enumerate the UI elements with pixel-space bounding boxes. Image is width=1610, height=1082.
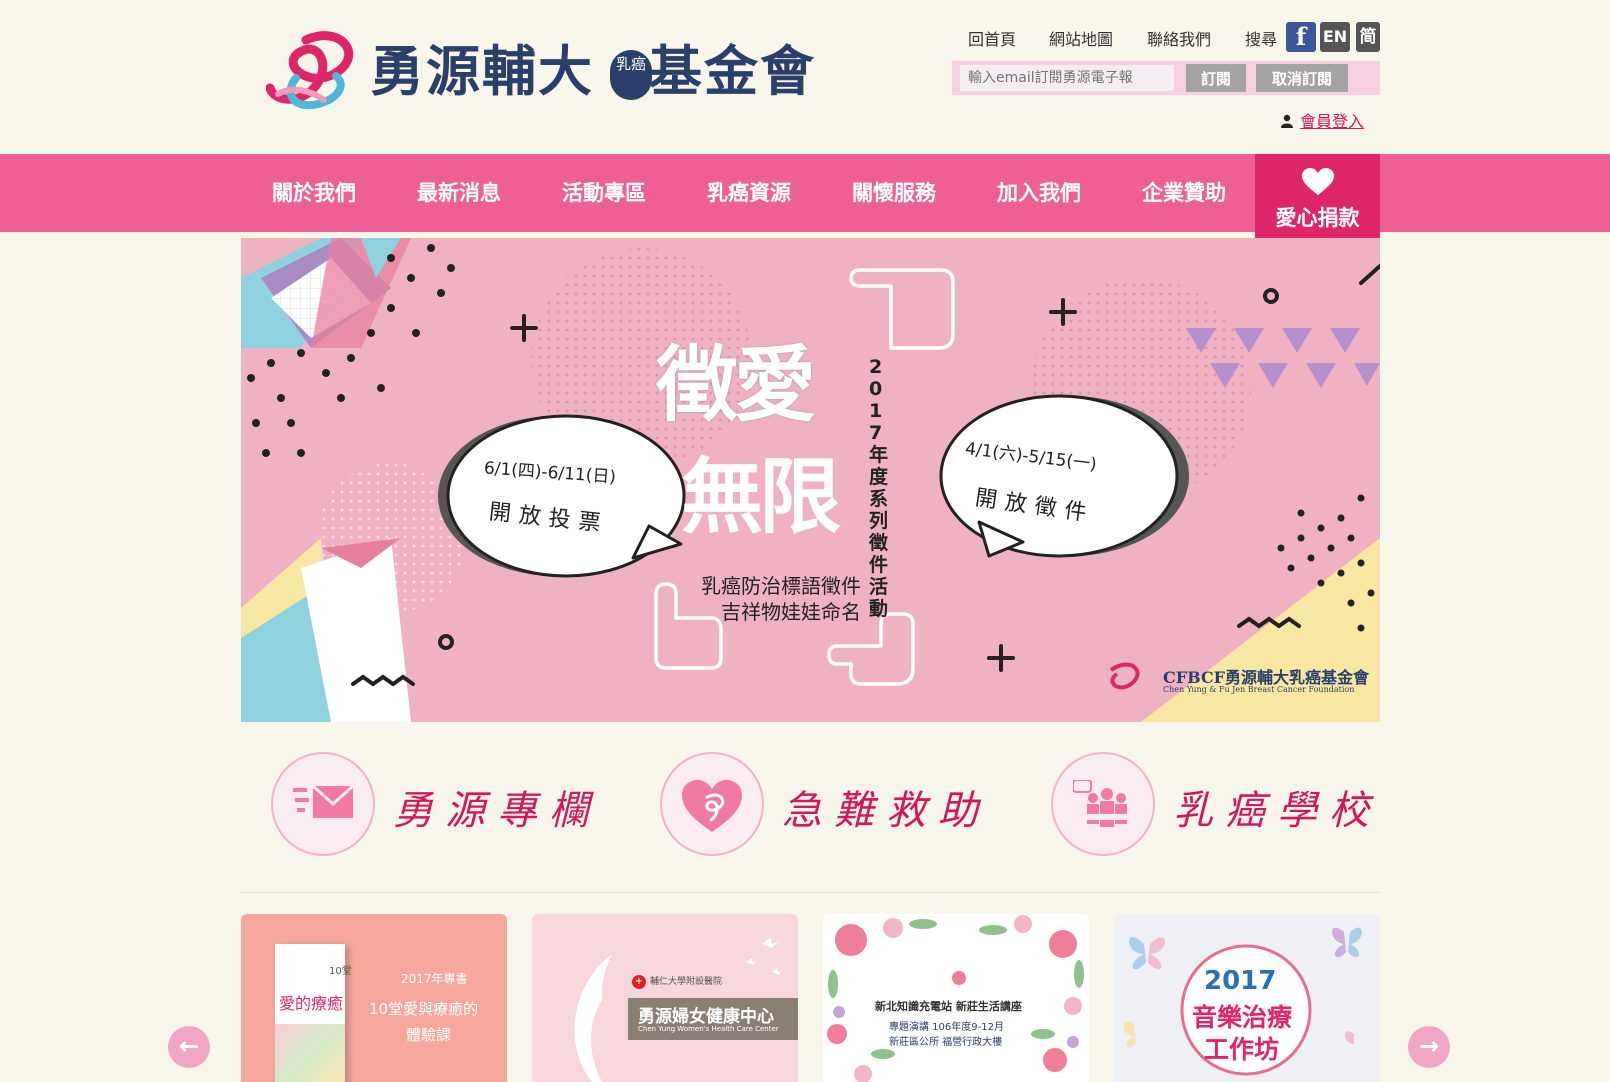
- banner-title-2: 無限: [681, 449, 841, 545]
- music-line2: 工作坊: [1204, 1035, 1280, 1064]
- carousel-card-book[interactable]: 愛的療癒 10堂 2017年專書 10堂愛與療癒的 體驗課: [241, 914, 507, 1082]
- home-link[interactable]: 回首頁: [968, 26, 1016, 50]
- newsletter-email-input[interactable]: [960, 65, 1174, 91]
- sitemap-link[interactable]: 網站地圖: [1049, 26, 1113, 50]
- nav-care-services[interactable]: 關懷服務: [838, 154, 950, 232]
- nav-corporate-sponsor[interactable]: 企業贊助: [1128, 154, 1240, 232]
- cross-icon: +: [632, 975, 646, 989]
- music-year: 2017: [1204, 966, 1277, 996]
- book-cover-title: 愛的療癒: [279, 994, 344, 1013]
- hero-banner[interactable]: 徵愛 無限 乳癌防治標語徵件 吉祥物娃娃命名 2017年度系列徵件活動 6/1(…: [241, 238, 1380, 722]
- nav-breast-cancer-resources[interactable]: 乳癌資源: [693, 154, 805, 232]
- feature-label: 乳癌學校: [1173, 788, 1381, 834]
- lecture-line2: 新莊區公所 福營行政大樓: [889, 1037, 1003, 1048]
- book-cover-image: 愛的療癒 10堂: [275, 944, 352, 1082]
- search-link[interactable]: 搜尋: [1245, 26, 1277, 50]
- book-cover-watercolor: [275, 1024, 345, 1082]
- logo-badge: 乳癌: [610, 50, 652, 100]
- hospital-logo: + 輔仁大學附設醫院: [632, 974, 782, 989]
- facebook-icon[interactable]: f: [1286, 22, 1316, 52]
- carousel-next-button[interactable]: →: [1408, 1026, 1450, 1068]
- feature-icon-circle: [1051, 752, 1155, 856]
- lecture-line1: 專題演講 106年度9-12月: [889, 1022, 1004, 1033]
- ribbon-logo-icon: [266, 31, 354, 110]
- english-language-button[interactable]: EN: [1320, 22, 1350, 52]
- carousel-card-lecture[interactable]: 新北知識充電站 新莊生活講座 專題演講 106年度9-12月 新莊區公所 福營行…: [823, 914, 1089, 1082]
- carousel-card-music-therapy[interactable]: 2017 音樂治療 工作坊: [1114, 914, 1380, 1082]
- envelope-icon: [293, 784, 353, 818]
- carousel-card-womens-health[interactable]: + 輔仁大學附設醫院 勇源婦女健康中心 Chen Yung Women's Hea…: [532, 914, 798, 1082]
- user-icon: [1281, 114, 1293, 128]
- center-name-plate: 勇源婦女健康中心 Chen Yung Women's Health Care C…: [628, 998, 798, 1040]
- nav-join-us[interactable]: 加入我們: [983, 154, 1095, 232]
- music-line1: 音樂治療: [1192, 1003, 1293, 1032]
- card1-year: 2017年專書: [401, 972, 468, 986]
- carousel-prev-button[interactable]: ←: [168, 1026, 210, 1068]
- unsubscribe-button[interactable]: 取消訂閱: [1256, 64, 1348, 92]
- banner-subtitle-2: 吉祥物娃娃命名: [721, 600, 861, 624]
- lecture-title: 新北知識充電站 新莊生活講座: [875, 1000, 1022, 1013]
- feature-icon-circle: [271, 752, 375, 856]
- hospital-name: 輔仁大學附設醫院: [650, 977, 723, 987]
- card1-line2: 體驗課: [406, 1026, 452, 1044]
- section-divider: [241, 892, 1380, 893]
- feature-label: 勇源專欄: [393, 788, 601, 834]
- feature-column-link[interactable]: 勇源專欄: [271, 752, 601, 858]
- simplified-chinese-button[interactable]: 简: [1356, 22, 1380, 52]
- subscribe-button[interactable]: 訂閱: [1186, 64, 1246, 92]
- banner-title-1: 徵愛: [656, 337, 816, 433]
- banner-subtitle-1: 乳癌防治標語徵件: [701, 574, 861, 598]
- people-chat-icon: [1073, 780, 1129, 827]
- site-logo[interactable]: 勇源輔大 基金會 乳癌: [266, 26, 826, 116]
- banner-org-english: Chen Yung & Fu Jen Breast Cancer Foundat…: [1163, 685, 1355, 694]
- member-login-link[interactable]: 會員登入: [1280, 108, 1364, 132]
- contact-link[interactable]: 聯絡我們: [1147, 26, 1211, 50]
- nav-about[interactable]: 關於我們: [258, 154, 370, 232]
- feature-breast-cancer-school-link[interactable]: 乳癌學校: [1051, 752, 1381, 858]
- nav-news[interactable]: 最新消息: [403, 154, 515, 232]
- logo-title: 勇源輔大 基金會: [370, 39, 816, 103]
- nav-events[interactable]: 活動專區: [548, 154, 660, 232]
- feature-emergency-aid-link[interactable]: 急難救助: [660, 752, 990, 858]
- card1-line1: 10堂愛與療癒的: [369, 1000, 479, 1018]
- book-cover-side-text: 10堂: [329, 966, 352, 977]
- heart-icon: [1301, 168, 1334, 195]
- banner-vertical-text: 2017年度系列徵件活動: [869, 356, 889, 620]
- feature-label: 急難救助: [782, 788, 990, 834]
- member-login-label: 會員登入: [1300, 112, 1365, 131]
- heart-ribbon-icon: [682, 780, 742, 832]
- center-name-english: Chen Yung Women's Health Care Center: [638, 1025, 779, 1033]
- feature-icon-circle: [660, 752, 764, 856]
- donate-label: 愛心捐款: [1275, 206, 1360, 230]
- center-name: 勇源婦女健康中心: [638, 1007, 774, 1027]
